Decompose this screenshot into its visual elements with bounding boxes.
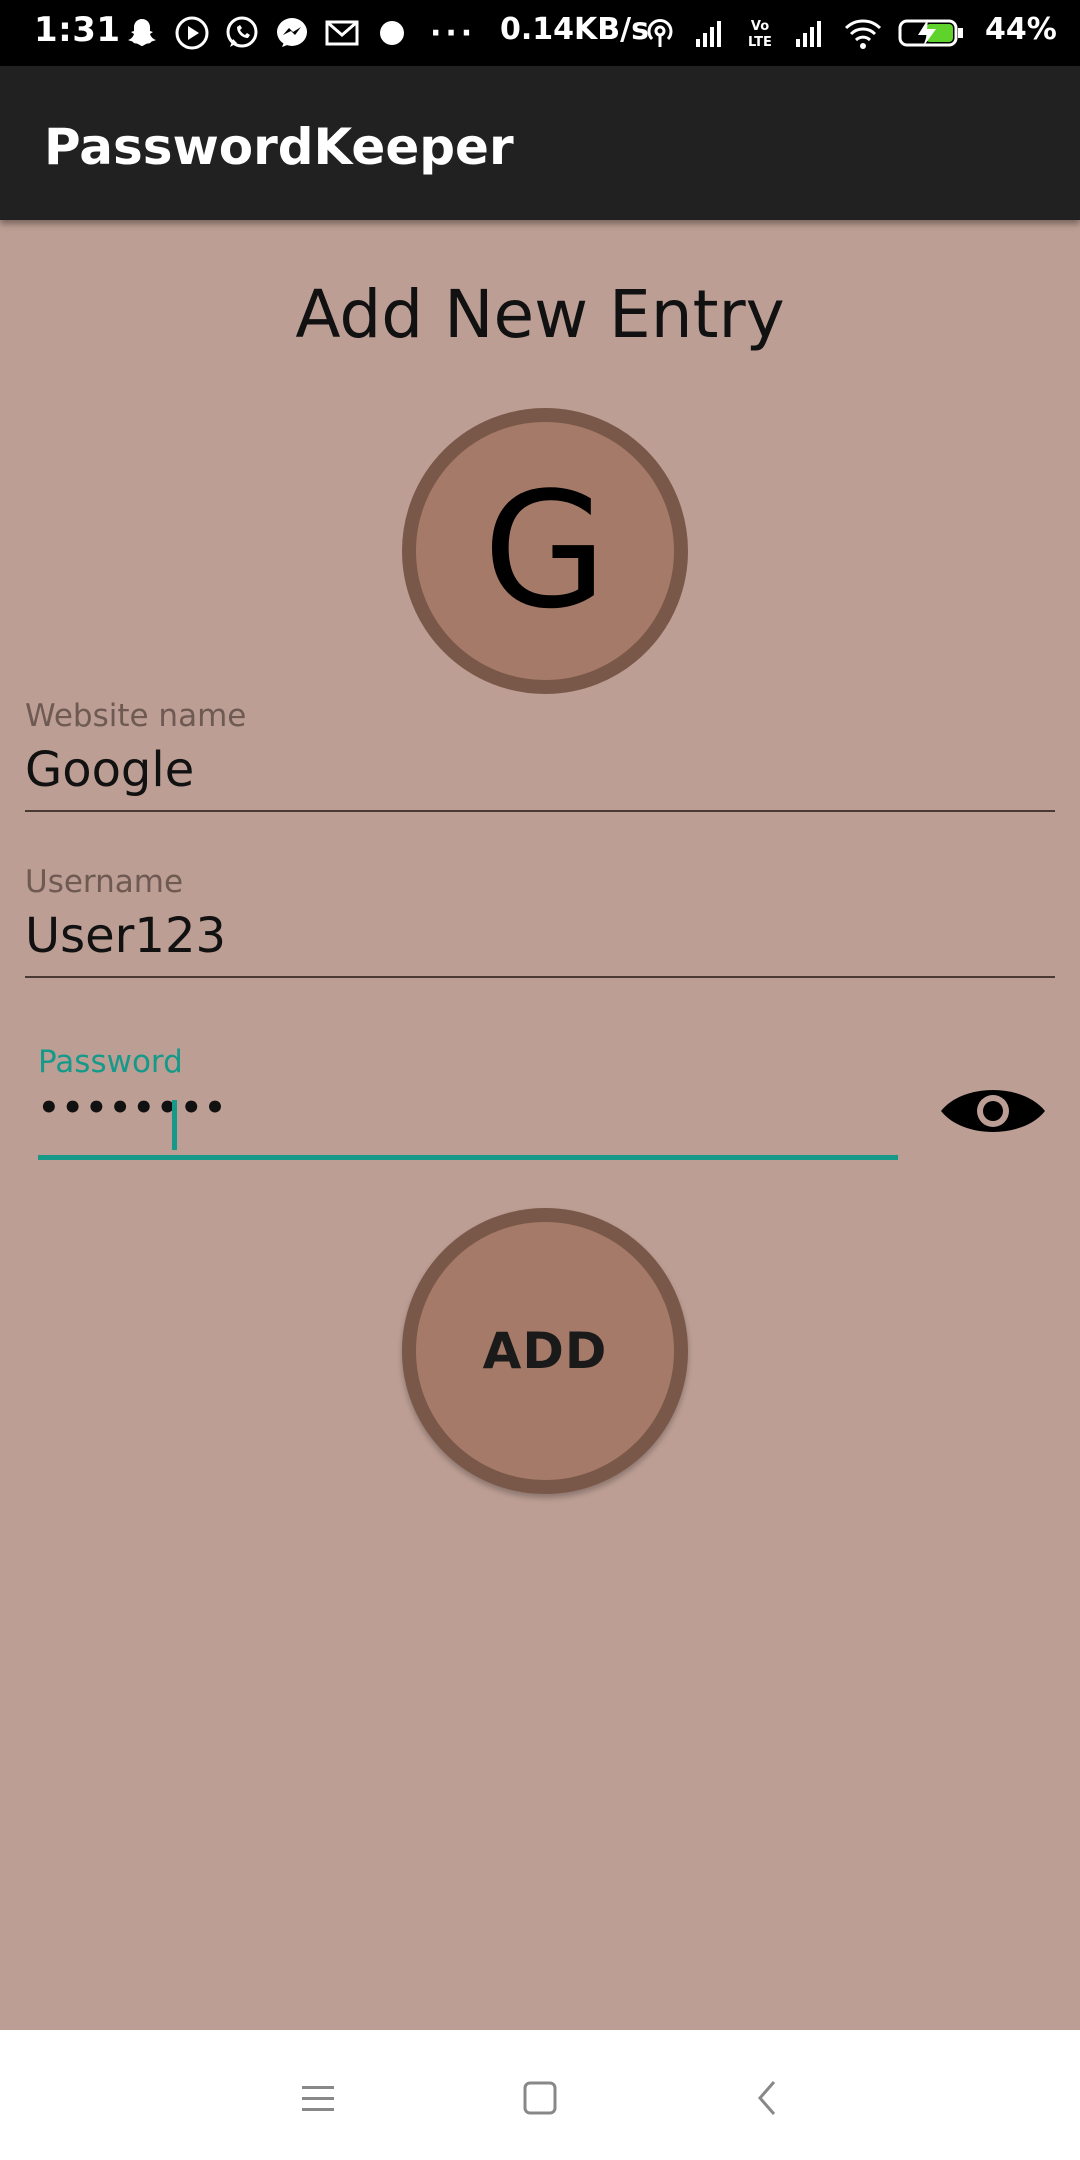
username-label: Username [25, 864, 184, 900]
username-underline [25, 976, 1055, 978]
notification-icons: ··· [122, 12, 476, 54]
website-name-underline [25, 810, 1055, 812]
home-icon[interactable] [512, 2070, 568, 2126]
text-cursor [172, 1100, 177, 1150]
battery-percent: 44% [985, 12, 1057, 47]
navigation-bar [0, 2030, 1080, 2160]
status-time: 1:31 [34, 10, 121, 50]
battery-charging-icon [898, 19, 963, 47]
status-bar: 1:31 ··· 0.14KB/s Vo LTE 44% [0, 0, 1080, 66]
add-button[interactable]: ADD [402, 1208, 688, 1494]
menu-icon[interactable] [290, 2070, 346, 2126]
website-name-label: Website name [25, 698, 247, 734]
dot-icon [380, 21, 404, 45]
wifi-icon [844, 19, 882, 49]
more-notifications-icon: ··· [430, 15, 477, 51]
website-avatar: G [402, 408, 688, 694]
play-icon [175, 16, 209, 50]
app-title: PasswordKeeper [44, 118, 514, 176]
signal-icon [696, 21, 721, 47]
password-input[interactable]: •••••••• [38, 1088, 228, 1128]
add-entry-form: Add New Entry G Website name Google User… [0, 220, 1080, 2030]
app-bar: PasswordKeeper [0, 66, 1080, 220]
eye-icon[interactable] [938, 1080, 1048, 1142]
back-icon[interactable] [740, 2070, 796, 2126]
add-button-label: ADD [482, 1322, 608, 1380]
avatar-letter: G [483, 457, 607, 644]
username-input[interactable]: User123 [25, 908, 226, 964]
svg-text:LTE: LTE [748, 35, 772, 50]
website-name-input[interactable]: Google [25, 742, 194, 798]
password-label: Password [38, 1044, 183, 1080]
password-underline [38, 1155, 898, 1160]
whatsapp-icon [226, 16, 258, 48]
gmail-icon [325, 20, 359, 46]
snapchat-icon [128, 19, 156, 46]
page-title: Add New Entry [295, 276, 785, 353]
svg-text:Vo: Vo [751, 19, 769, 34]
messenger-icon [277, 18, 307, 47]
volte-icon: Vo LTE [748, 19, 772, 50]
network-speed: 0.14KB/s [500, 12, 649, 47]
signal-icon [796, 21, 821, 47]
system-icons: Vo LTE [640, 12, 966, 54]
hotspot-icon [647, 19, 673, 47]
